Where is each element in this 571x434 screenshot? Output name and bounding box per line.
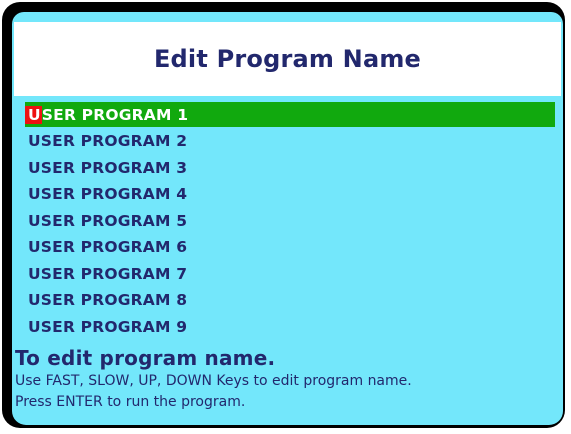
program-item-label: USER PROGRAM 3 bbox=[28, 158, 188, 177]
display-screen: Edit Program Name USER PROGRAM 1 USER PR… bbox=[12, 12, 563, 425]
program-item-label: USER PROGRAM 2 bbox=[28, 132, 188, 150]
program-item-label: USER PROGRAM 9 bbox=[28, 317, 188, 336]
device-frame: Edit Program Name USER PROGRAM 1 USER PR… bbox=[2, 2, 565, 428]
text-cursor: U bbox=[25, 105, 42, 124]
program-item-4[interactable]: USER PROGRAM 4 bbox=[25, 182, 555, 207]
help-instruction-enter: Press ENTER to run the program. bbox=[15, 394, 246, 410]
program-item-label: USER PROGRAM 6 bbox=[28, 238, 188, 256]
program-item-label-rest: SER PROGRAM 1 bbox=[41, 105, 189, 124]
program-item-9[interactable]: USER PROGRAM 9 bbox=[25, 314, 555, 339]
program-item-label: USER PROGRAM 8 bbox=[28, 291, 188, 309]
program-item-label: USER PROGRAM 1 bbox=[25, 105, 189, 124]
program-item-7[interactable]: USER PROGRAM 7 bbox=[25, 261, 555, 286]
program-item-8[interactable]: USER PROGRAM 8 bbox=[25, 288, 555, 313]
help-instruction-keys: Use FAST, SLOW, UP, DOWN Keys to edit pr… bbox=[15, 373, 412, 389]
program-item-label: USER PROGRAM 4 bbox=[28, 185, 188, 203]
help-title: To edit program name. bbox=[15, 346, 276, 370]
program-item-5[interactable]: USER PROGRAM 5 bbox=[25, 208, 555, 233]
program-list: USER PROGRAM 1 USER PROGRAM 2 USER PROGR… bbox=[25, 102, 555, 341]
program-item-3[interactable]: USER PROGRAM 3 bbox=[25, 155, 555, 180]
program-item-label: USER PROGRAM 5 bbox=[28, 211, 188, 230]
program-item-6[interactable]: USER PROGRAM 6 bbox=[25, 235, 555, 260]
program-item-1[interactable]: USER PROGRAM 1 bbox=[25, 102, 555, 127]
help-panel: To edit program name. Use FAST, SLOW, UP… bbox=[15, 345, 561, 413]
page-title: Edit Program Name bbox=[153, 45, 422, 73]
header-bar: Edit Program Name bbox=[14, 22, 561, 96]
program-item-label: USER PROGRAM 7 bbox=[28, 264, 188, 283]
program-item-2[interactable]: USER PROGRAM 2 bbox=[25, 129, 555, 154]
